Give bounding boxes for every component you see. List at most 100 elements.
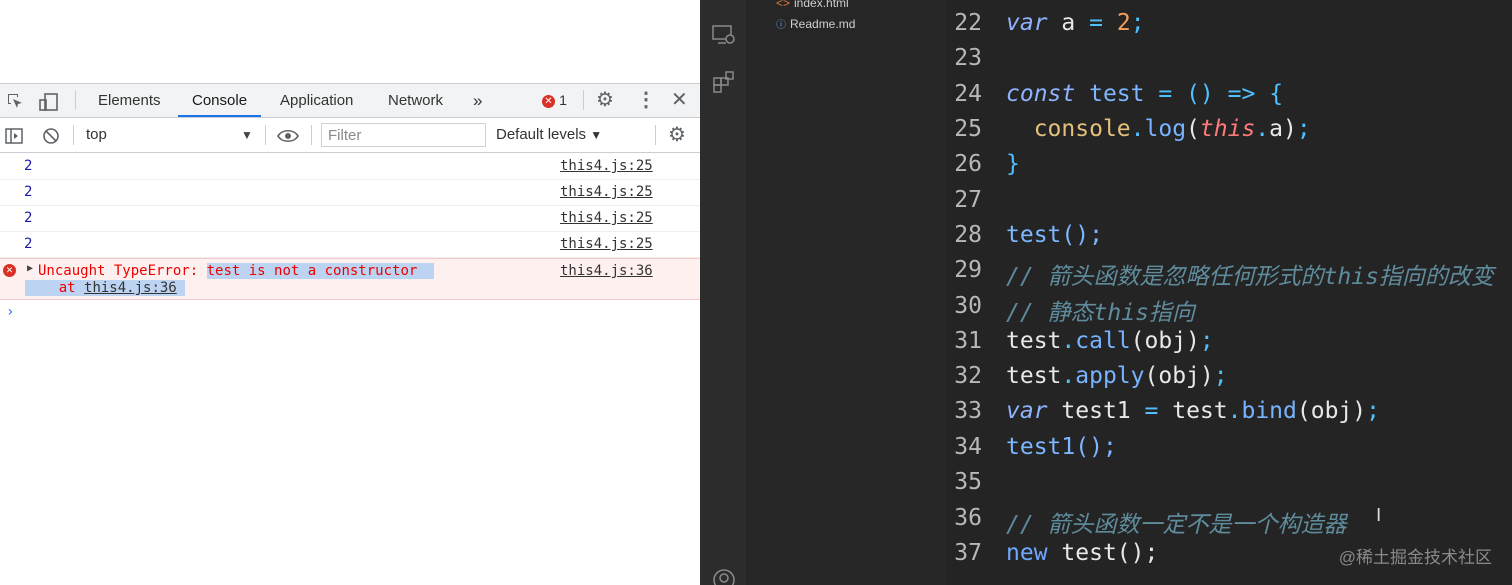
line-number: 23: [954, 45, 982, 71]
console-error-row: ✕ ▶ Uncaught TypeError: test is not a co…: [0, 258, 700, 300]
console-log-row: 2 this4.js:25: [0, 180, 700, 206]
line-number: 36: [954, 505, 982, 531]
code-line-31: test.call(obj);: [1006, 328, 1214, 354]
code-editor-window: <> index.html ⓘ Readme.md 22 23 24 25 26 2…: [700, 0, 1512, 585]
code-line-33: var test1 = test.bind(obj);: [1006, 398, 1380, 424]
error-counter[interactable]: ✕ 1: [542, 84, 567, 117]
error-highlight-pad: [417, 263, 435, 279]
line-number: 31: [954, 328, 982, 354]
console-settings-gear-icon[interactable]: ⚙: [668, 118, 686, 152]
stack-location-link[interactable]: this4.js:36: [84, 280, 177, 296]
code-line-22: var a = 2;: [1006, 10, 1145, 36]
file-item-readme[interactable]: ⓘ Readme.md: [776, 16, 855, 31]
more-tabs-button[interactable]: »: [473, 84, 482, 117]
log-value: 2: [24, 158, 33, 174]
line-number: 27: [954, 187, 982, 213]
code-line-24: const test = () => {: [1006, 81, 1284, 107]
file-item-index[interactable]: <> index.html: [776, 0, 849, 10]
html-file-icon: <>: [776, 0, 791, 10]
clear-console-icon[interactable]: [42, 118, 60, 152]
log-source-link[interactable]: this4.js:25: [560, 236, 653, 252]
chevron-down-icon: ▼: [590, 128, 603, 142]
watermark: @稀土掘金技术社区: [1338, 548, 1492, 567]
line-number: 34: [954, 434, 982, 460]
line-number: 32: [954, 363, 982, 389]
log-source-link[interactable]: this4.js:25: [560, 158, 653, 174]
more-options-icon[interactable]: ⋮: [636, 84, 656, 117]
line-number: 22: [954, 10, 982, 36]
line-number: 25: [954, 116, 982, 142]
error-source-link[interactable]: this4.js:36: [560, 263, 653, 279]
sidebar-toggle-icon[interactable]: [5, 118, 23, 152]
line-number: 35: [954, 469, 982, 495]
divider: [265, 125, 266, 145]
code-line-26: }: [1006, 151, 1020, 177]
remote-explorer-icon[interactable]: [712, 24, 736, 51]
code-line-32: test.apply(obj);: [1006, 363, 1228, 389]
extensions-icon[interactable]: [712, 70, 736, 99]
code-line-28: test();: [1006, 222, 1103, 248]
divider: [311, 125, 312, 145]
console-log-row: 2 this4.js:25: [0, 206, 700, 232]
divider: [655, 125, 656, 145]
ibeam-cursor-icon: I: [1376, 505, 1382, 526]
error-count: 1: [559, 92, 567, 108]
stack-at: at: [58, 280, 76, 296]
log-levels-dropdown[interactable]: Default levels ▼: [496, 118, 602, 152]
line-number: 30: [954, 293, 982, 319]
line-number: 26: [954, 151, 982, 177]
error-message: test is not a constructor: [206, 263, 418, 279]
settings-gear-icon[interactable]: ⚙: [596, 84, 614, 117]
divider: [75, 90, 76, 110]
expand-triangle-icon[interactable]: ▶: [27, 263, 33, 274]
close-icon[interactable]: ✕: [671, 84, 688, 117]
log-levels-label: Default levels: [496, 126, 587, 143]
error-stack-line: at this4.js:36: [25, 280, 186, 296]
activity-bar: [700, 0, 746, 585]
divider: [73, 125, 74, 145]
error-icon: ✕: [542, 94, 555, 108]
device-toolbar-icon[interactable]: [38, 84, 60, 117]
filter-input[interactable]: [321, 123, 486, 147]
line-number: 24: [954, 81, 982, 107]
file-explorer: <> index.html ⓘ Readme.md: [746, 0, 946, 585]
code-line-34: test1();: [1006, 434, 1117, 460]
live-expression-eye-icon[interactable]: [277, 118, 299, 152]
account-icon[interactable]: [712, 568, 736, 585]
inspect-element-icon[interactable]: [6, 84, 26, 117]
line-number: 28: [954, 222, 982, 248]
error-prefix: Uncaught TypeError:: [38, 263, 199, 279]
devtools-tab-bar: Elements Console Application Network » ✕…: [0, 83, 700, 118]
line-number: 33: [954, 398, 982, 424]
error-icon: ✕: [3, 264, 16, 277]
code-line-37: new test();: [1006, 540, 1159, 566]
divider: [583, 90, 584, 110]
log-value: 2: [24, 184, 33, 200]
code-line-30: // 静态this指向: [1006, 300, 1195, 326]
context-selector[interactable]: top: [86, 118, 107, 152]
tab-elements[interactable]: Elements: [98, 84, 161, 117]
log-source-link[interactable]: this4.js:25: [560, 210, 653, 226]
code-area[interactable]: 22 23 24 25 26 27 28 29 30 31 32 33 34 3…: [946, 0, 1512, 585]
console-log-row: 2 this4.js:25: [0, 232, 700, 258]
code-line-36: // 箭头函数一定不是一个构造器: [1006, 512, 1347, 538]
console-filter-bar: top ▼ Default levels ▼ ⚙: [0, 118, 700, 153]
line-number: 29: [954, 257, 982, 283]
console-log-row: 2 this4.js:25: [0, 154, 700, 180]
file-name: Readme.md: [790, 17, 856, 31]
log-source-link[interactable]: this4.js:25: [560, 184, 653, 200]
code-line-25: console.log(this.a);: [1033, 116, 1311, 142]
error-message-line: Uncaught TypeError: test is not a constr…: [38, 263, 435, 279]
console-prompt[interactable]: ›: [6, 304, 14, 320]
tab-console[interactable]: Console: [178, 84, 262, 117]
info-file-icon: ⓘ: [776, 20, 786, 31]
log-value: 2: [24, 210, 33, 226]
chevron-down-icon[interactable]: ▼: [241, 118, 253, 152]
line-number: 37: [954, 540, 982, 566]
code-line-29: // 箭头函数是忽略任何形式的this指向的改变: [1006, 264, 1494, 290]
log-value: 2: [24, 236, 33, 252]
tab-application[interactable]: Application: [280, 84, 353, 117]
tab-network[interactable]: Network: [388, 84, 443, 117]
file-name: index.html: [794, 0, 849, 10]
devtools-panel: Elements Console Application Network » ✕…: [0, 0, 700, 585]
